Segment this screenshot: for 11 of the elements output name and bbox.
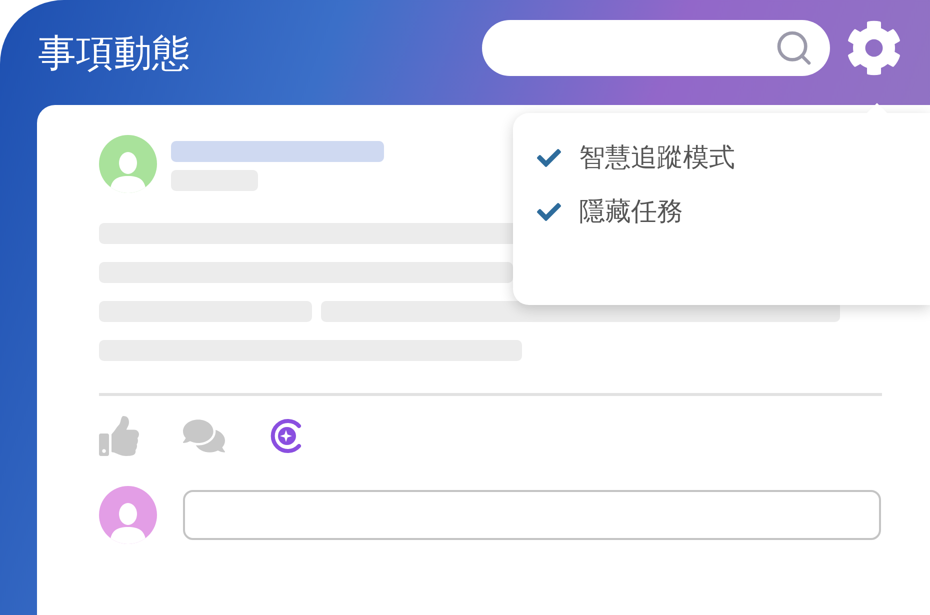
menu-item-label: 隱藏任務 [579, 199, 683, 225]
comment-input-field[interactable] [183, 490, 881, 540]
page-title: 事項動態 [38, 34, 190, 72]
thumbs-up-icon[interactable] [99, 416, 139, 456]
settings-icon [846, 20, 902, 76]
settings-button[interactable] [846, 20, 902, 76]
person-silhouette-icon [108, 149, 148, 193]
person-silhouette-icon [108, 500, 148, 544]
menu-item[interactable]: 隱藏任務 [535, 199, 930, 225]
menu-item[interactable]: 智慧追蹤模式 [535, 145, 930, 171]
menu-item-label: 智慧追蹤模式 [579, 145, 735, 171]
